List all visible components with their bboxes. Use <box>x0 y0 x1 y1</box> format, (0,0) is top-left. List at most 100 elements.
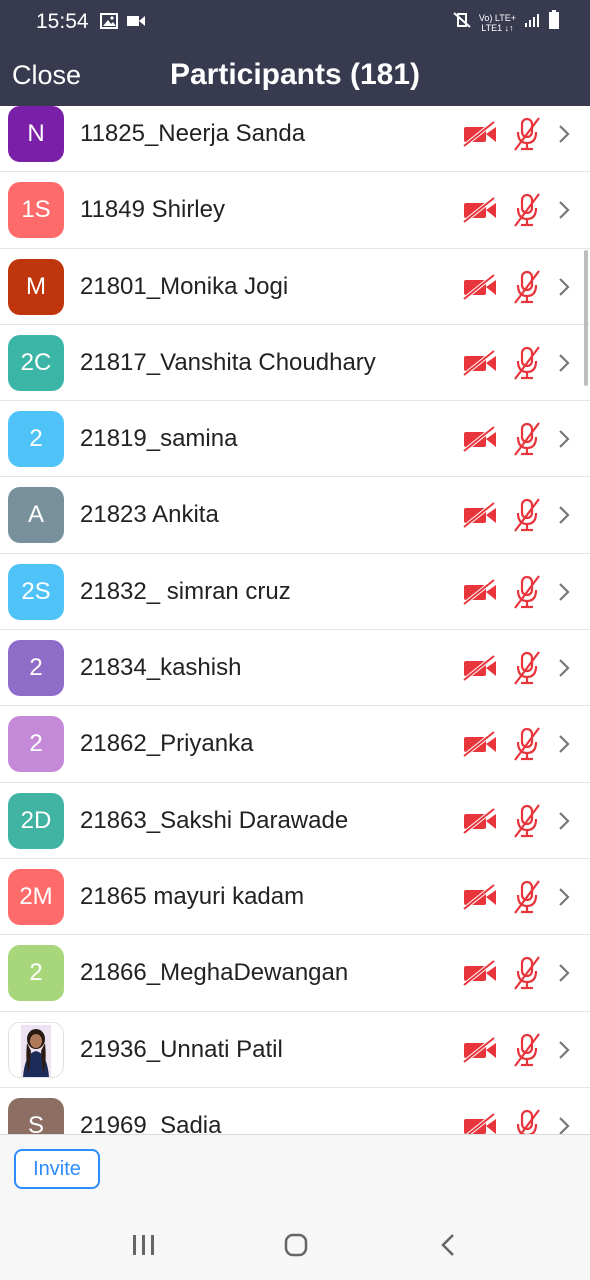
avatar: 2 <box>8 945 64 1002</box>
avatar: 2 <box>8 411 64 468</box>
recent-apps-icon[interactable] <box>132 1234 156 1261</box>
mic-muted-icon <box>512 650 542 686</box>
mic-muted-icon <box>512 192 542 228</box>
mic-muted-icon <box>512 421 542 457</box>
header: Close Participants (181) <box>0 44 590 106</box>
mic-muted-icon <box>512 726 542 762</box>
participant-name: 21866_MeghaDewangan <box>80 959 349 987</box>
video-off-icon <box>462 196 498 224</box>
mic-muted-icon <box>512 955 542 991</box>
status-bar: 15:54 Vo) LTE+ LTE1 ↓↑ <box>0 0 590 44</box>
video-off-icon <box>462 1112 498 1134</box>
video-off-icon <box>462 1036 498 1064</box>
video-off-icon <box>462 273 498 301</box>
network-indicator: Vo) LTE+ LTE1 ↓↑ <box>478 12 516 33</box>
video-off-icon <box>462 501 498 530</box>
mic-muted-icon <box>512 269 542 305</box>
chevron-right-icon[interactable] <box>556 961 572 985</box>
navigation-bar <box>0 1212 590 1280</box>
avatar: S <box>8 1097 64 1134</box>
video-off-icon <box>462 349 498 377</box>
participant-row[interactable]: 2D 21863_Sakshi Darawade <box>0 783 590 859</box>
close-button[interactable]: Close <box>12 60 81 91</box>
avatar: 2C <box>8 334 64 391</box>
avatar: 2 <box>8 640 64 697</box>
video-off-icon <box>462 807 498 835</box>
participant-name: 11825_Neerja Sanda <box>80 120 306 147</box>
chevron-right-icon[interactable] <box>556 1114 572 1134</box>
mic-muted-icon <box>512 574 542 610</box>
participant-row[interactable]: 2 21834_kashish <box>0 630 590 707</box>
battery-icon <box>548 10 560 35</box>
avatar: A <box>8 487 64 544</box>
participant-name: 21823 Ankita <box>80 501 219 529</box>
participant-row[interactable]: M 21801_Monika Jogi <box>0 249 590 325</box>
mic-muted-icon <box>512 116 542 152</box>
mic-muted-icon <box>512 879 542 915</box>
mic-muted-icon <box>512 497 542 533</box>
participant-row[interactable]: 2M 21865 mayuri kadam <box>0 859 590 936</box>
video-off-icon <box>462 578 498 606</box>
chevron-right-icon[interactable] <box>556 656 572 680</box>
participant-row[interactable]: 21936_Unnati Patil <box>0 1012 590 1088</box>
scrollbar[interactable] <box>584 250 588 386</box>
chevron-right-icon[interactable] <box>556 351 572 375</box>
avatar: 2M <box>8 868 64 925</box>
participant-name: 21801_Monika Jogi <box>80 272 289 300</box>
participant-row[interactable]: N 11825_Neerja Sanda <box>0 106 590 173</box>
chevron-right-icon[interactable] <box>556 503 572 527</box>
avatar: M <box>8 258 64 315</box>
participant-name: 21862_Priyanka <box>80 730 254 758</box>
chevron-right-icon[interactable] <box>556 1038 572 1062</box>
video-off-icon <box>462 959 498 987</box>
chevron-right-icon[interactable] <box>556 809 572 833</box>
participant-name: 21834_kashish <box>80 654 242 682</box>
home-icon[interactable] <box>284 1233 308 1262</box>
vibrate-mute-icon <box>453 11 471 34</box>
chevron-right-icon[interactable] <box>556 732 572 756</box>
video-off-icon <box>462 425 498 453</box>
video-off-icon <box>462 120 498 148</box>
mic-muted-icon <box>512 1032 542 1068</box>
participant-row[interactable]: 2 21866_MeghaDewangan <box>0 935 590 1012</box>
participant-row[interactable]: 1S 11849 Shirley <box>0 172 590 249</box>
signal-icon <box>524 12 540 33</box>
participant-name: 21969_Sadia <box>80 1111 222 1134</box>
participant-name: 21832_ simran cruz <box>80 577 291 605</box>
avatar: 2 <box>8 716 64 773</box>
chevron-right-icon[interactable] <box>556 122 572 146</box>
participant-row[interactable]: 2 21862_Priyanka <box>0 706 590 783</box>
status-time: 15:54 <box>36 10 89 33</box>
participant-name: 21936_Unnati Patil <box>80 1035 283 1063</box>
chevron-right-icon[interactable] <box>556 580 572 604</box>
back-icon[interactable] <box>440 1233 456 1262</box>
chevron-right-icon[interactable] <box>556 198 572 222</box>
page-title: Participants (181) <box>169 58 421 91</box>
mic-muted-icon <box>512 345 542 381</box>
participant-list[interactable]: N 11825_Neerja Sanda 1S 11849 Shirley M 21801… <box>0 106 590 1134</box>
participant-row[interactable]: 2C 21817_Vanshita Choudhary <box>0 325 590 402</box>
chevron-right-icon[interactable] <box>556 885 572 909</box>
chevron-right-icon[interactable] <box>556 427 572 451</box>
footer: Invite <box>0 1134 590 1212</box>
chevron-right-icon[interactable] <box>556 275 572 299</box>
avatar: 1S <box>8 182 64 239</box>
avatar: 2S <box>8 563 64 620</box>
invite-button[interactable]: Invite <box>14 1149 100 1189</box>
participant-row[interactable]: S 21969_Sadia <box>0 1088 590 1134</box>
avatar: N <box>8 106 64 162</box>
participant-row[interactable]: A 21823 Ankita <box>0 477 590 554</box>
avatar: 2D <box>8 792 64 849</box>
participant-name: 21863_Sakshi Darawade <box>80 806 349 834</box>
participant-name: 21817_Vanshita Choudhary <box>80 348 376 376</box>
participant-row[interactable]: 2 21819_samina <box>0 401 590 478</box>
mic-muted-icon <box>512 1108 542 1134</box>
video-off-icon <box>462 883 498 911</box>
gallery-icon <box>100 13 118 34</box>
participant-name: 21819_samina <box>80 425 238 453</box>
video-off-icon <box>462 730 498 758</box>
participant-row[interactable]: 2S 21832_ simran cruz <box>0 554 590 631</box>
avatar <box>8 1021 64 1078</box>
participant-name: 21865 mayuri kadam <box>80 882 305 910</box>
video-call-icon <box>126 13 146 34</box>
